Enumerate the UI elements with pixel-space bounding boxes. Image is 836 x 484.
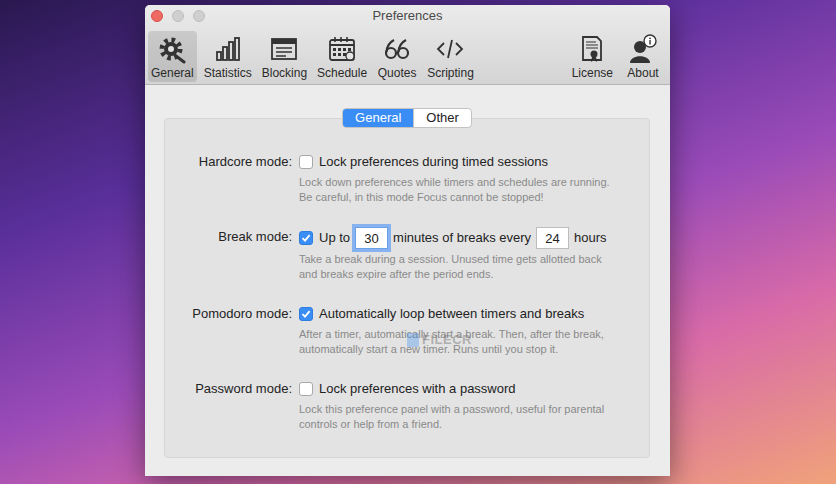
setting-control: Lock preferences with a password Lock thi… — [299, 379, 641, 432]
setting-row: Break mode: Up to minutes of breaks every h… — [165, 227, 641, 282]
setting-line: Up to minutes of breaks every hours — [299, 227, 641, 249]
minutes-field[interactable] — [355, 227, 388, 249]
setting-line: Automatically loop between timers and br… — [299, 304, 641, 324]
setting-description: Take a break during a session. Unused ti… — [299, 252, 621, 282]
calendar-icon — [327, 34, 357, 66]
setting-control: Automatically loop between timers and br… — [299, 304, 641, 357]
segment-button[interactable]: General — [343, 109, 413, 127]
watermark-logo-icon — [407, 333, 419, 347]
title-bar: Preferences — [145, 5, 670, 27]
preferences-window: Preferences General Statistics Blocking Sche… — [145, 5, 670, 476]
setting-description: Lock this preference panel with a passwo… — [299, 402, 621, 432]
window-title: Preferences — [145, 5, 670, 27]
toolbar-item[interactable]: General — [148, 31, 197, 82]
certificate-icon — [577, 34, 607, 66]
setting-label: Password mode: — [165, 379, 292, 432]
gear-icon — [157, 34, 187, 66]
setting-line: Lock preferences with a password — [299, 379, 641, 399]
watermark-text: FILECR — [422, 330, 472, 350]
desktop-background: Preferences General Statistics Blocking Sche… — [0, 0, 836, 484]
checkbox-label[interactable]: Automatically loop between timers and br… — [319, 304, 584, 324]
window-controls — [151, 10, 205, 22]
interval-text: Up to — [319, 228, 350, 248]
preferences-body: GeneralOtherHardcore mode:Lock preferenc… — [145, 85, 670, 458]
setting-description: Lock down preferences while timers and s… — [299, 175, 621, 205]
setting-description: After a timer, automatically start a bre… — [299, 327, 621, 357]
checkbox[interactable] — [299, 382, 313, 396]
quote-icon — [382, 34, 412, 66]
segment-bar: GeneralOther — [164, 108, 650, 128]
interval-text: hours — [574, 228, 607, 248]
setting-label: Break mode: — [165, 227, 292, 282]
person-info-icon — [628, 34, 658, 66]
code-icon — [435, 34, 465, 66]
toolbar-item[interactable]: Scripting — [424, 31, 477, 82]
setting-row: Hardcore mode:Lock preferences during ti… — [165, 152, 641, 205]
toolbar-label: Schedule — [317, 66, 367, 80]
toolbar-label: Blocking — [262, 66, 307, 80]
setting-control: Up to minutes of breaks every hours Take a … — [299, 227, 641, 282]
checkbox-label[interactable]: Lock preferences during timed sessions — [319, 152, 548, 172]
window-header: Preferences General Statistics Blocking Sche… — [145, 5, 670, 85]
checkbox-label[interactable]: Lock preferences with a password — [319, 379, 516, 399]
toolbar-item[interactable]: Quotes — [374, 31, 420, 82]
segment-button[interactable]: Other — [413, 109, 471, 127]
toolbar-label: Scripting — [427, 66, 474, 80]
toolbar: General Statistics Blocking Schedule Quotes S… — [145, 27, 670, 84]
toolbar-label: General — [151, 66, 194, 80]
toolbar-label: License — [572, 66, 613, 80]
setting-label: Pomodoro mode: — [165, 304, 292, 357]
close-button[interactable] — [151, 10, 163, 22]
checkbox[interactable] — [299, 307, 313, 321]
segmented-control: GeneralOther — [342, 108, 472, 128]
toolbar-item[interactable]: Schedule — [314, 31, 370, 82]
blocked-window-icon — [269, 34, 299, 66]
setting-row: Pomodoro mode: Automatically loop between… — [165, 304, 641, 357]
toolbar-label: About — [627, 66, 658, 80]
toolbar-label: Statistics — [204, 66, 252, 80]
minimize-button[interactable] — [172, 10, 184, 22]
setting-control: Lock preferences during timed sessions Lo… — [299, 152, 641, 205]
toolbar-item[interactable]: Statistics — [201, 31, 255, 82]
checkbox[interactable] — [299, 231, 313, 245]
settings-group: Hardcore mode:Lock preferences during ti… — [164, 118, 650, 458]
hours-field[interactable] — [536, 227, 569, 249]
watermark: FILECR — [407, 330, 472, 350]
toolbar-item[interactable]: Blocking — [259, 31, 310, 82]
setting-label: Hardcore mode: — [165, 152, 292, 205]
zoom-button[interactable] — [193, 10, 205, 22]
checkbox[interactable] — [299, 155, 313, 169]
toolbar-item[interactable]: License — [569, 31, 616, 82]
toolbar-item[interactable]: About — [620, 31, 666, 82]
setting-row: Password mode:Lock preferences with a pa… — [165, 379, 641, 432]
bar-chart-icon — [213, 34, 243, 66]
setting-line: Lock preferences during timed sessions — [299, 152, 641, 172]
interval-text: minutes of breaks every — [393, 228, 531, 248]
toolbar-label: Quotes — [378, 66, 417, 80]
